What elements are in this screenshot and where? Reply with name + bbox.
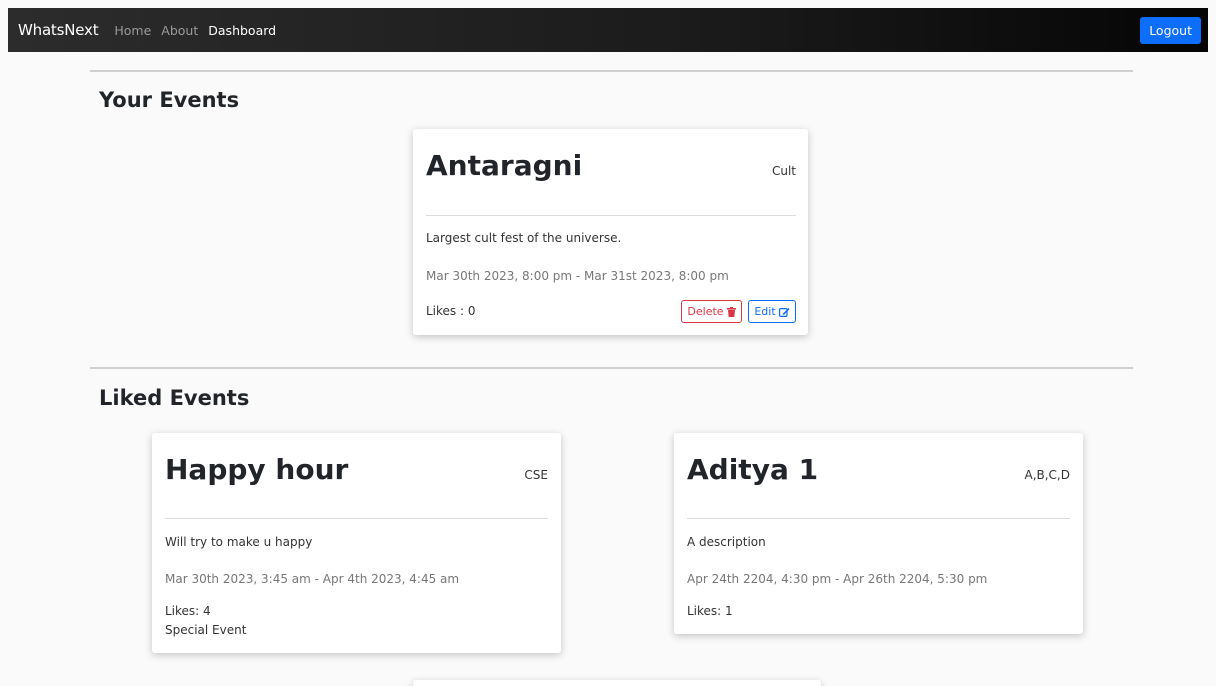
event-likes: Likes : 0 [426,304,476,318]
card-divider [426,215,796,216]
event-category: A,B,C,D [1024,468,1070,482]
event-category: Cult [771,164,796,178]
event-description: A description [687,535,766,549]
logout-button[interactable]: Logout [1140,17,1201,44]
event-title: Antaragni [426,149,583,182]
event-dates: Mar 30th 2023, 3:45 am - Apr 4th 2023, 4… [165,572,460,586]
event-card-happy-hour: Happy hour CSE Will try to make u happy … [152,433,561,653]
delete-label: Delete [687,305,724,318]
event-dates: Apr 24th 2204, 4:30 pm - Apr 26th 2204, … [687,572,988,586]
event-card-aditya-1: Aditya 1 A,B,C,D A description Apr 24th … [674,433,1083,634]
nav-link-dashboard[interactable]: Dashboard [208,23,276,38]
card-divider [165,518,548,519]
edit-icon [778,307,790,317]
edit-button[interactable]: Edit [748,300,796,323]
trash-icon [726,306,736,317]
liked-events-heading: Liked Events [99,386,250,410]
delete-button[interactable]: Delete [681,300,742,323]
section-divider [90,367,1133,369]
event-card-partial [413,680,821,686]
event-category: CSE [524,468,548,482]
event-description: Will try to make u happy [165,535,313,549]
your-events-heading: Your Events [99,88,240,112]
edit-label: Edit [754,305,776,318]
event-card-antaragni: Antaragni Cult Largest cult fest of the … [413,129,808,335]
card-divider [687,518,1070,519]
nav-link-home[interactable]: Home [114,23,151,38]
event-likes: Likes: 1 [687,604,733,618]
section-divider [90,70,1133,72]
brand-logo[interactable]: WhatsNext [18,21,99,39]
event-likes: Likes: 4 [165,604,211,618]
event-title: Aditya 1 [687,453,819,486]
event-description: Largest cult fest of the universe. [426,231,622,245]
event-dates: Mar 30th 2023, 8:00 pm - Mar 31st 2023, … [426,269,729,283]
nav-link-about[interactable]: About [161,23,198,38]
special-event-label: Special Event [165,623,247,637]
navbar: WhatsNext Home About Dashboard Logout [8,8,1208,52]
event-title: Happy hour [165,453,349,486]
